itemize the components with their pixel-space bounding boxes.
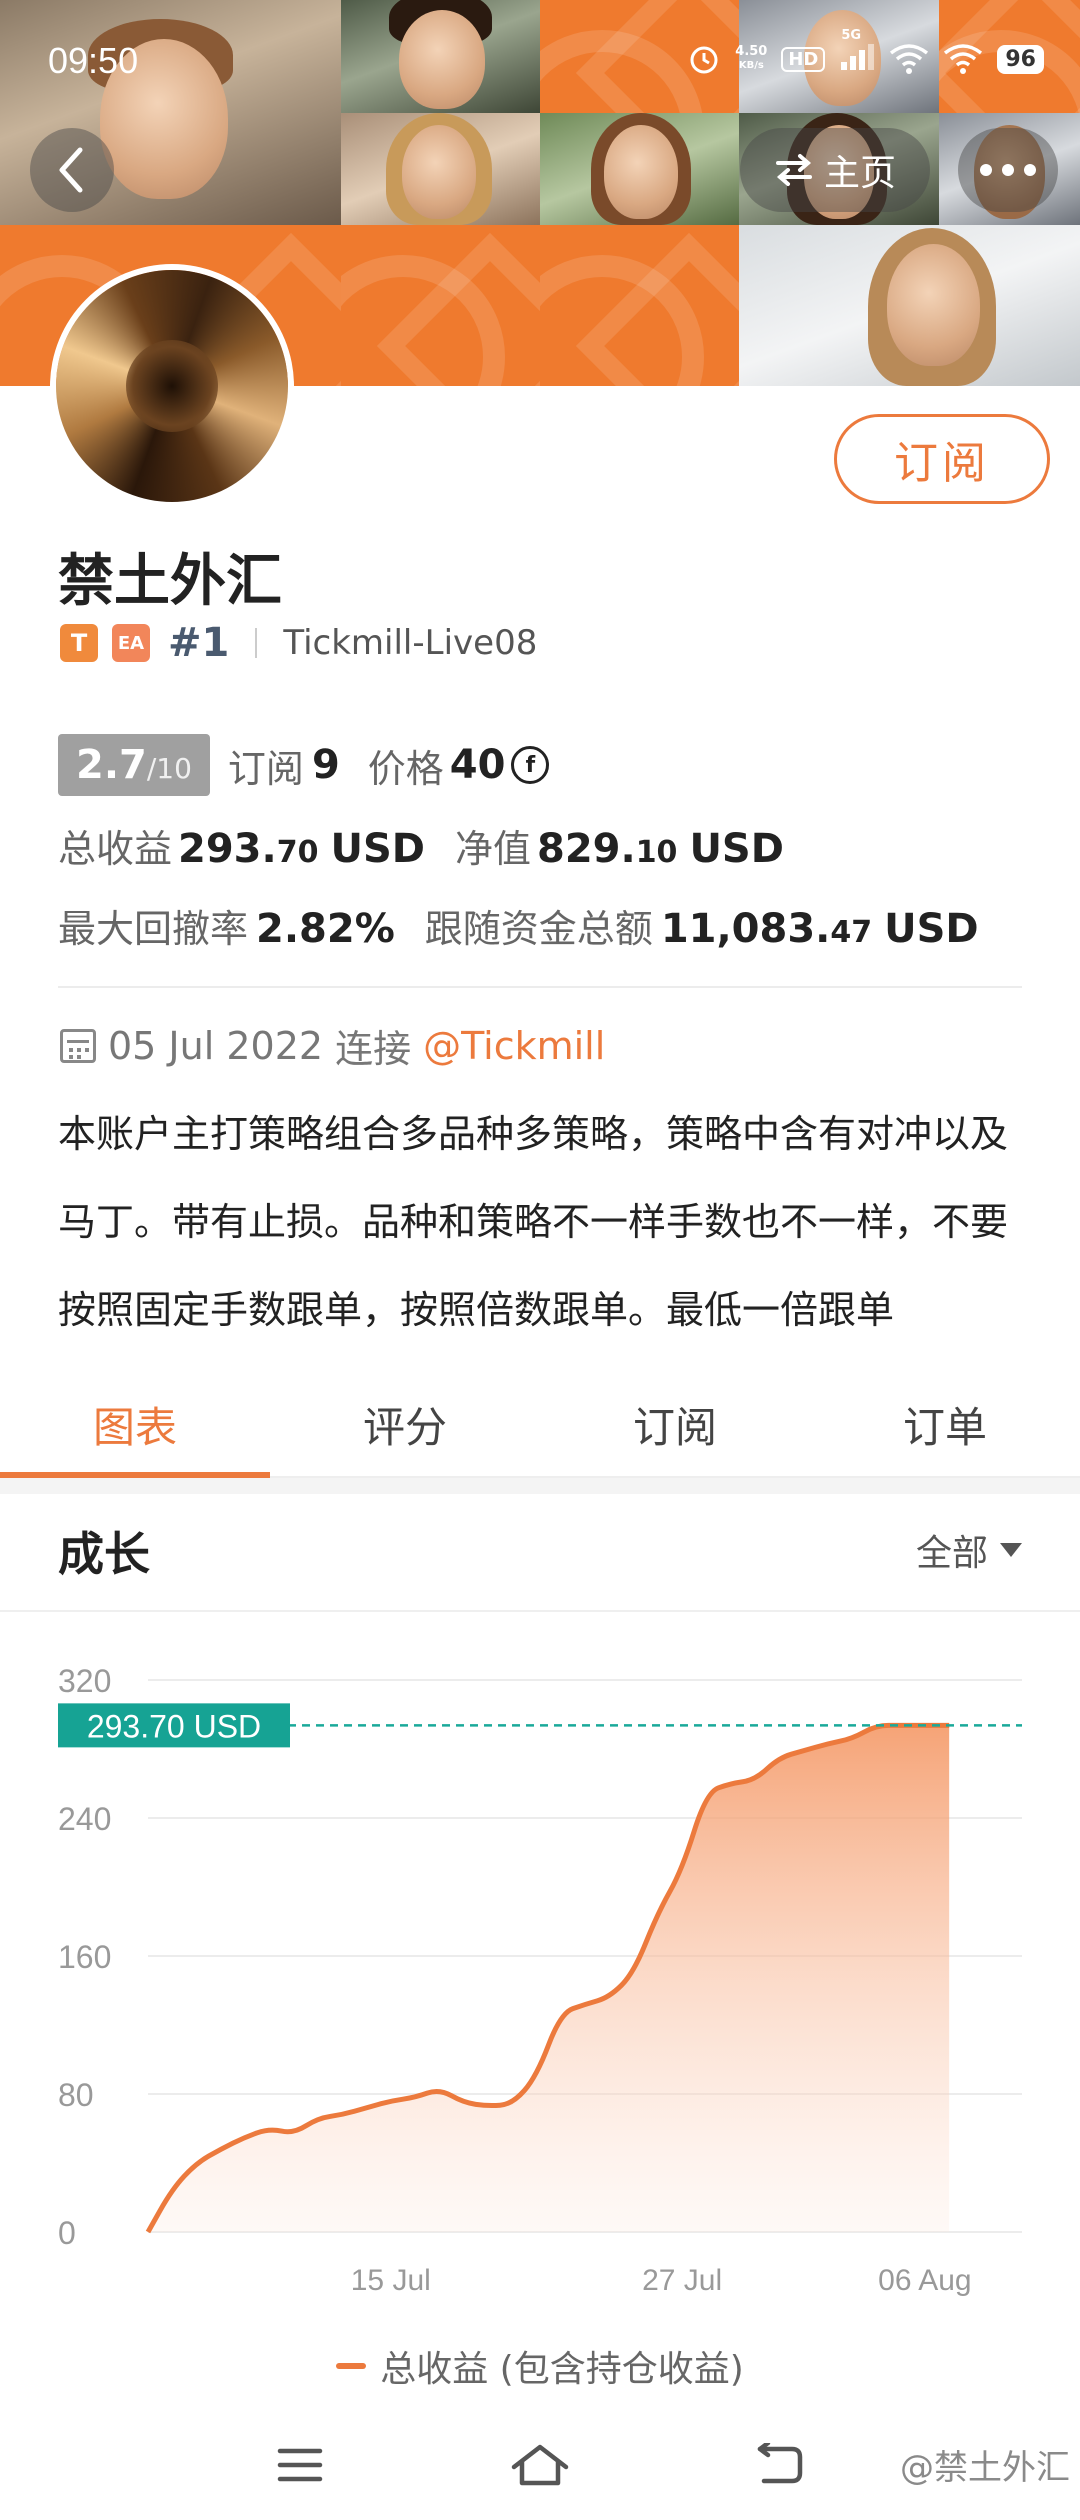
follow-funds-int: 11,083. xyxy=(660,906,831,952)
y-tick-label: 0 xyxy=(58,2215,76,2251)
start-date: 05 Jul 2022 xyxy=(108,1023,324,1068)
series-area xyxy=(148,1725,950,2232)
wifi-calling-icon xyxy=(890,44,929,74)
menu-icon xyxy=(277,2448,323,2482)
price-value: 40 xyxy=(449,742,506,788)
caret-down-icon xyxy=(1000,1543,1022,1557)
tab-chart[interactable]: 图表 xyxy=(0,1372,270,1478)
server-name: Tickmill-Live08 xyxy=(283,623,538,663)
back-nav-icon xyxy=(757,2443,803,2484)
account-description: 本账户主打策略组合多品种多策略，策略中含有对冲以及马丁。带有止损。品种和策略不一… xyxy=(58,1112,1009,1332)
cellular-signal-icon: 5G xyxy=(839,28,875,76)
equity-label: 净值 xyxy=(454,827,531,871)
y-tick-label: 320 xyxy=(58,1663,111,1699)
divider xyxy=(0,1610,1080,1612)
x-tick-label: 06 Aug xyxy=(878,2264,971,2297)
back-button[interactable] xyxy=(30,128,114,212)
range-value: 全部 xyxy=(915,1533,988,1574)
alarm-icon xyxy=(690,46,718,74)
max-drawdown-value: 2.82% xyxy=(256,906,395,952)
tab-bar: 图表 评分 订阅 订单 xyxy=(0,1372,1080,1478)
equity-unit: USD xyxy=(689,826,784,872)
section-gap xyxy=(0,1478,1080,1494)
home-nav-button[interactable] xyxy=(500,2430,580,2500)
y-tick-label: 160 xyxy=(58,1939,111,1975)
equity-dec: 10 xyxy=(635,835,678,870)
tab-orders[interactable]: 订单 xyxy=(810,1372,1080,1476)
coin-icon: f xyxy=(511,746,550,784)
more-button[interactable] xyxy=(958,128,1058,212)
profile-name: 禁土外汇 xyxy=(58,549,282,614)
subscribers-value: 9 xyxy=(311,742,340,788)
avatar[interactable] xyxy=(56,270,288,502)
home-icon xyxy=(511,2444,569,2486)
total-profit-dec: 70 xyxy=(276,835,319,870)
total-profit-unit: USD xyxy=(330,826,425,872)
back-nav-button[interactable] xyxy=(740,2430,820,2500)
status-time: 09:50 xyxy=(48,40,139,81)
connect-label: 连接 xyxy=(335,1027,412,1071)
tag-ea-badge: EA xyxy=(112,624,150,662)
rank-badge: #1 xyxy=(168,620,230,666)
chart-legend: 总收益 (包含持仓收益) xyxy=(0,2340,1080,2392)
range-dropdown[interactable]: 全部 xyxy=(916,1524,1022,1576)
score-badge[interactable]: 2.7 /10 xyxy=(58,734,210,796)
home-label: 主页 xyxy=(823,153,896,194)
broker-link[interactable]: @Tickmill xyxy=(423,1024,605,1068)
connection-info: 05 Jul 2022 连接 @Tickmill xyxy=(60,1018,605,1073)
menu-button[interactable] xyxy=(260,2430,340,2500)
drawdown-row: 最大回撤率 2.82% 跟随资金总额 11,083. 47 USD xyxy=(58,898,979,953)
profit-row: 总收益 293. 70 USD 净值 829. 10 USD xyxy=(58,818,784,873)
status-icons: 4.50 KB/s HD 5G 96 xyxy=(687,28,1044,76)
banner-photo xyxy=(540,112,740,225)
rating-row: 2.7 /10 订阅 9 价格 40 f xyxy=(58,734,550,796)
follow-funds-dec: 47 xyxy=(830,915,873,950)
battery-indicator: 96 xyxy=(997,44,1044,74)
follow-funds-unit: USD xyxy=(884,906,979,952)
calendar-icon xyxy=(60,1028,96,1063)
x-tick-label: 15 Jul xyxy=(351,2264,431,2297)
divider xyxy=(255,628,258,658)
network-speed: 4.50 KB/s xyxy=(735,44,768,72)
legend-swatch xyxy=(336,2363,367,2369)
more-dots-icon xyxy=(980,164,1036,176)
hd-icon: HD xyxy=(781,46,826,72)
subscribe-button[interactable]: 订阅 xyxy=(834,414,1050,504)
profile-tags: T EA #1 Tickmill-Live08 xyxy=(60,620,537,666)
growth-title: 成长 xyxy=(58,1527,150,1581)
chevron-left-icon xyxy=(59,147,83,193)
home-button[interactable]: 主页 xyxy=(740,128,930,212)
divider xyxy=(58,986,1022,988)
total-profit-label: 总收益 xyxy=(58,827,173,871)
tag-t-badge: T xyxy=(60,624,98,662)
y-tick-label: 80 xyxy=(58,2077,94,2113)
legend-label: 总收益 (包含持仓收益) xyxy=(380,2349,744,2390)
growth-chart[interactable]: 320 240 160 80 0 15 Jul 27 Jul 06 Aug 293.70 USD xyxy=(0,1620,1080,2380)
tab-subscribe[interactable]: 订阅 xyxy=(540,1372,810,1476)
equity-int: 829. xyxy=(536,826,636,872)
wifi-icon xyxy=(944,44,983,74)
status-bar: 09:50 4.50 KB/s HD 5G 96 xyxy=(0,0,1080,120)
x-tick-label: 27 Jul xyxy=(642,2264,722,2297)
banner-photo xyxy=(739,225,1080,386)
follow-funds-label: 跟随资金总额 xyxy=(424,907,653,951)
max-drawdown-label: 最大回撤率 xyxy=(58,907,249,951)
watermark: @禁土外汇 xyxy=(900,2448,1070,2488)
swap-icon xyxy=(775,154,812,186)
price-label: 价格 xyxy=(367,746,444,791)
total-profit-int: 293. xyxy=(178,826,277,872)
y-tick-label: 240 xyxy=(58,1801,111,1837)
subscribers-label: 订阅 xyxy=(227,746,304,791)
tab-rating[interactable]: 评分 xyxy=(270,1372,540,1476)
last-value-label: 293.70 USD xyxy=(87,1708,261,1744)
banner-photo xyxy=(340,112,540,225)
